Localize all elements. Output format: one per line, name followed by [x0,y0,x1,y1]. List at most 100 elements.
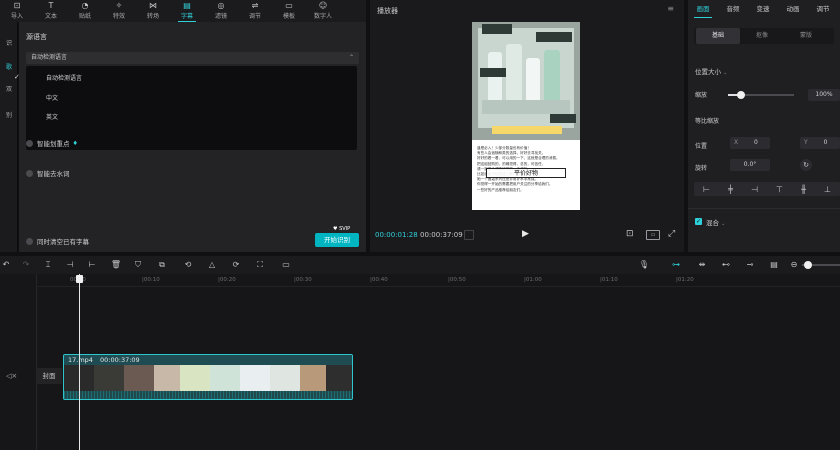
zoom-out-icon[interactable]: ⊖ [788,259,800,271]
tool-text[interactable]: T 文本 [34,0,68,22]
rotate-icon[interactable]: ⟳ [230,259,242,271]
sub-tab-matting[interactable]: 抠像 [740,28,784,44]
caption-track-icon[interactable]: ▤ [768,259,780,271]
mute-icon[interactable]: ◁× [6,372,17,380]
ruler-label: |01:20 [676,277,694,283]
align-right-icon[interactable]: ⊣ [751,185,758,194]
rotate-reset-icon[interactable]: ↻ [800,159,812,171]
tab-animation[interactable]: 动画 [778,0,808,20]
x-field[interactable]: X 0 [730,137,770,149]
smart-filler-option[interactable]: 智能去水词 [26,168,70,178]
menu-icon[interactable]: ≡ [667,4,674,13]
rotate-field[interactable]: 0.0° [730,159,770,171]
align-bottom-icon[interactable]: ⊥ [824,185,831,194]
playhead-handle[interactable] [76,275,83,283]
dropdown-option-auto[interactable]: ✓ 自动检测语言 [14,73,357,82]
smart-key-points-option[interactable]: 智能划重点 ♦ [26,138,78,148]
category-other[interactable]: 别 [0,110,18,119]
clip-thumbnail [124,365,154,391]
delete-icon[interactable]: 🗑 [110,259,122,271]
split-icon[interactable]: ⌶ [42,259,54,271]
ruler-label: |00:10 [142,277,160,283]
current-timecode: 00:00:01:28 [375,231,418,239]
source-language-select[interactable]: 自动检测语言 ⌃ [26,52,359,64]
start-recognition-button[interactable]: 开始识别 [315,233,359,247]
playhead[interactable] [79,274,80,450]
effects-icon: ✧ [115,1,123,10]
auto-snap-icon[interactable]: ⇹ [696,259,708,271]
smart-key-points-radio[interactable] [26,139,33,147]
align-left-icon[interactable]: ⊢ [703,185,710,194]
tab-picture[interactable]: 画面 [688,0,718,20]
tool-caption[interactable]: ▤ 字幕 [170,0,204,22]
blend-heading[interactable]: 混合 ⌄ [706,217,725,227]
freeze-icon[interactable]: ⧉ [156,259,168,271]
tool-filter[interactable]: ◎ 滤镜 [204,0,238,22]
linkage-icon[interactable]: ⊷ [720,259,732,271]
tool-digital-human[interactable]: ☺ 数字人 [306,0,340,22]
blend-checkbox[interactable]: ✓ [695,218,702,225]
ratio-icon[interactable]: ▭ [646,230,660,240]
timecode-format-icon[interactable] [464,230,474,240]
clip-name: 17.mp4 [68,356,93,364]
adjust-icon: ⇌ [251,1,259,10]
category-lyrics[interactable]: 歌 [0,62,18,71]
align-center-h-icon[interactable]: ╪ [728,185,733,194]
ruler-label: |01:00 [524,277,542,283]
align-center-v-icon[interactable]: ╫ [801,185,806,194]
screenshot-icon[interactable]: ⊡ [626,229,634,239]
tool-transition[interactable]: ⋈ 转场 [136,0,170,22]
redo-icon[interactable]: ↷ [20,259,32,271]
media-toolbar: ⊡ 导入 T 文本 ◔ 贴纸 ✧ 特效 ⋈ 转场 ▤ 字幕 ◎ 滤镜 ⇌ 调节 ▭ 模板 ☺ 数字人 [0,0,366,22]
preview-axis-icon[interactable]: ⊸ [744,259,756,271]
align-toolbar: ⊢ ╪ ⊣ ⊤ ╫ ⊥ [694,182,840,196]
smart-filler-label: 智能去水词 [37,170,70,178]
tab-adjust[interactable]: 调节 [808,0,838,20]
clear-existing-radio[interactable] [26,237,33,245]
sticker-icon: ◔ [81,1,89,10]
audio-waveform [64,391,352,399]
tool-import[interactable]: ⊡ 导入 [0,0,34,22]
position-size-heading[interactable]: 位置大小 ⌄ [695,66,727,76]
scale-slider-handle[interactable] [737,91,746,99]
dropdown-option-english[interactable]: 英文 [26,112,357,121]
digital-human-icon: ☺ [318,1,328,10]
sub-tab-mask[interactable]: 蒙版 [784,28,828,44]
fullscreen-icon[interactable]: ⤢ [668,229,675,239]
tool-effects[interactable]: ✧ 特效 [102,0,136,22]
picture-icon[interactable]: ▭ [280,259,292,271]
tab-speed[interactable]: 变速 [748,0,778,20]
category-recognize[interactable]: 识 [0,38,18,47]
tool-adjust[interactable]: ⇌ 调节 [238,0,272,22]
zoom-slider-handle[interactable] [804,261,812,269]
category-bilingual[interactable]: 双 [0,84,18,93]
zoom-slider[interactable] [802,261,840,269]
clear-existing-option[interactable]: 同时清空已有字幕 [26,236,89,246]
split-left-icon[interactable]: ⊣ [64,259,76,271]
video-clip[interactable]: 17.mp4 00:00:37:09 [63,354,353,400]
undo-icon[interactable]: ↶ [0,259,12,271]
tab-audio[interactable]: 音频 [718,0,748,20]
sub-tab-basic[interactable]: 基础 [696,28,740,44]
scale-value-field[interactable]: 100% [808,89,840,101]
cover-button[interactable]: 封面 [36,368,62,384]
y-axis-label: Y [804,139,808,146]
dropdown-option-chinese[interactable]: 中文 [26,93,357,102]
reverse-icon[interactable]: ⟲ [182,259,194,271]
mirror-icon[interactable]: △ [206,259,218,271]
tool-sticker[interactable]: ◔ 贴纸 [68,0,102,22]
split-right-icon[interactable]: ⊢ [86,259,98,271]
shield-icon[interactable]: ⛉ [132,259,144,271]
crop-icon[interactable]: ⛶ [254,259,266,271]
align-top-icon[interactable]: ⊤ [776,185,783,194]
option-label: 自动检测语言 [46,75,83,82]
y-field[interactable]: Y 0 [800,137,840,149]
microphone-icon[interactable]: 🎙 [638,259,650,271]
play-icon[interactable]: ▶ [522,229,529,239]
video-preview[interactable]: 逢是必入！少部分数量也有价值！ 有些人会追随种类的选择，好好去寻找关， 好好的看… [472,22,580,210]
scale-slider-track[interactable] [728,91,794,99]
tool-template[interactable]: ▭ 模板 [272,0,306,22]
main-track-magnet-icon[interactable]: ⊶ [670,259,682,271]
chevron-down-icon: ⌄ [723,70,728,76]
smart-filler-radio[interactable] [26,169,33,177]
